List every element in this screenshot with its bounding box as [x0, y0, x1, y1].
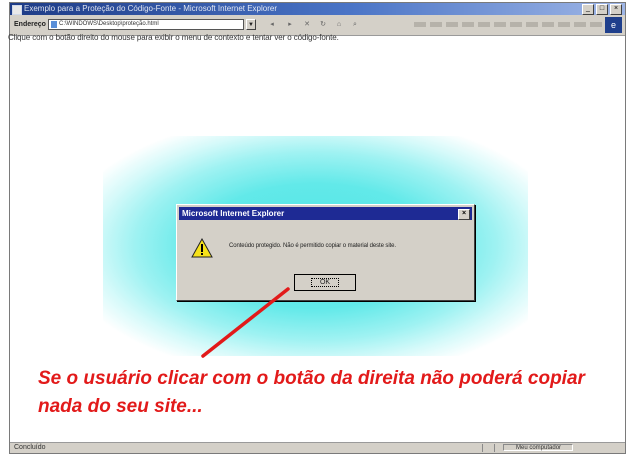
dialog-message: Conteúdo protegido. Não é permitido copi…: [229, 243, 396, 249]
security-zone: Meu computador: [503, 444, 573, 451]
refresh-icon[interactable]: ↻: [316, 19, 330, 30]
title-bar: Exemplo para a Proteção do Código-Fonte …: [10, 3, 625, 15]
back-icon[interactable]: ◂: [264, 19, 280, 30]
close-button[interactable]: ×: [610, 4, 622, 15]
window-title: Exemplo para a Proteção do Código-Fonte …: [24, 4, 278, 13]
minimize-button[interactable]: _: [582, 4, 594, 15]
ie-page-icon: [12, 5, 22, 15]
ok-button[interactable]: OK: [294, 274, 356, 291]
alert-dialog: Microsoft Internet Explorer × Conteúdo p…: [176, 204, 475, 301]
forward-icon[interactable]: ▸: [282, 19, 298, 30]
search-icon[interactable]: ⌕: [348, 19, 362, 30]
dialog-close-button[interactable]: ×: [458, 209, 470, 220]
home-icon[interactable]: ⌂: [332, 19, 346, 30]
address-value: C:\WINDOWS\Desktop\proteção.html: [59, 21, 159, 27]
stop-icon[interactable]: ✕: [300, 19, 314, 30]
window-controls: _ □ ×: [582, 4, 622, 15]
ok-button-label: OK: [310, 278, 340, 287]
dialog-title: Microsoft Internet Explorer: [182, 209, 285, 218]
warning-icon: [191, 238, 213, 258]
page-text: Clique com o botão direito do mouse para…: [8, 33, 339, 42]
toolbar-buttons[interactable]: [414, 22, 604, 27]
status-divider: [482, 444, 483, 452]
status-text: Concluído: [14, 444, 46, 451]
page-icon: [51, 21, 57, 28]
status-divider: [494, 444, 495, 452]
address-input[interactable]: C:\WINDOWS\Desktop\proteção.html: [48, 19, 244, 30]
address-dropdown-button[interactable]: ▼: [246, 19, 256, 30]
dialog-title-bar: Microsoft Internet Explorer ×: [179, 207, 472, 220]
ie-logo-icon: e: [605, 17, 622, 33]
status-bar: Concluído Meu computador: [10, 442, 625, 453]
maximize-button[interactable]: □: [596, 4, 608, 15]
address-label: Endereço: [14, 21, 46, 28]
caption-text: Se o usuário clicar com o botão da direi…: [38, 368, 585, 417]
